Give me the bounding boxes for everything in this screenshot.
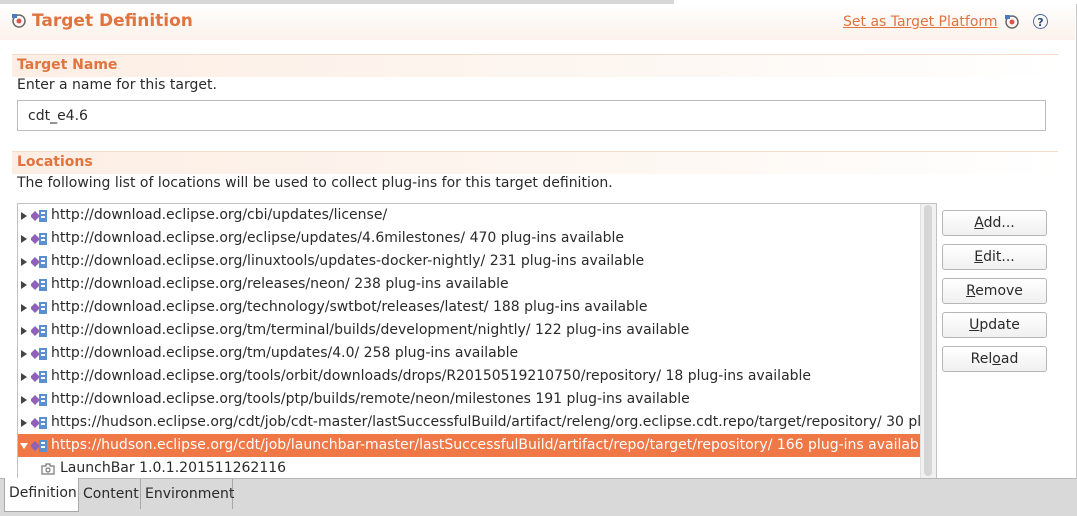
location-row-selected[interactable]: https://hudson.eclipse.org/cdt/job/launc…	[18, 434, 921, 457]
target-definition-icon	[12, 14, 26, 28]
tree-vertical-scrollbar[interactable]	[920, 204, 936, 478]
software-site-icon	[31, 348, 47, 360]
locations-tree[interactable]: http://download.eclipse.org/cbi/updates/…	[17, 203, 937, 478]
expand-collapse-icon[interactable]	[20, 443, 28, 449]
expand-arrow-icon[interactable]	[21, 304, 27, 312]
set-as-target-platform-link[interactable]: Set as Target Platform	[843, 14, 998, 30]
software-site-icon	[31, 279, 47, 291]
plugin-bundle-icon	[41, 463, 55, 475]
expand-arrow-icon[interactable]	[21, 235, 27, 243]
location-row[interactable]: http://download.eclipse.org/tools/orbit/…	[18, 365, 921, 388]
location-row[interactable]: http://download.eclipse.org/linuxtools/u…	[18, 250, 921, 273]
tree-child-row[interactable]: LaunchBar 1.0.1.201511262116	[18, 457, 921, 478]
remove-button[interactable]: Remove	[942, 278, 1047, 304]
software-site-icon	[31, 256, 47, 268]
software-site-icon	[31, 302, 47, 314]
location-url-label: http://download.eclipse.org/tm/terminal/…	[51, 322, 690, 338]
reload-button[interactable]: Reload	[942, 346, 1047, 372]
location-url-label: https://hudson.eclipse.org/cdt/job/launc…	[51, 437, 921, 453]
location-url-label: http://download.eclipse.org/linuxtools/u…	[51, 253, 645, 269]
target-name-section-header: Target Name	[12, 54, 1058, 77]
location-row[interactable]: http://download.eclipse.org/eclipse/upda…	[18, 227, 921, 250]
editor-page-tabs: Definition Content Environment	[0, 478, 1077, 516]
software-site-icon	[31, 417, 47, 429]
locations-section-title: Locations	[17, 154, 93, 170]
locations-tree-rows: http://download.eclipse.org/cbi/updates/…	[18, 204, 936, 457]
location-url-label: http://download.eclipse.org/cbi/updates/…	[51, 207, 388, 223]
update-button[interactable]: Update	[942, 312, 1047, 338]
locations-description: The following list of locations will be …	[17, 175, 613, 191]
expand-arrow-icon[interactable]	[21, 281, 27, 289]
expand-arrow-icon[interactable]	[21, 396, 27, 404]
add-button[interactable]: Add...	[942, 210, 1047, 236]
help-icon[interactable]: ?	[1033, 14, 1048, 29]
location-url-label: http://download.eclipse.org/eclipse/upda…	[51, 230, 625, 246]
scrollbar-thumb[interactable]	[924, 205, 932, 476]
tab-definition[interactable]: Definition	[4, 478, 79, 512]
form-header: Target Definition Set as Target Platform…	[0, 4, 1075, 40]
location-url-label: http://download.eclipse.org/releases/neo…	[51, 276, 509, 292]
edit-button[interactable]: Edit...	[942, 244, 1047, 270]
expand-arrow-icon[interactable]	[21, 350, 27, 358]
target-name-section-title: Target Name	[17, 57, 118, 73]
software-site-icon	[31, 210, 47, 222]
software-site-icon	[31, 440, 47, 452]
software-site-icon	[31, 394, 47, 406]
location-row[interactable]: http://download.eclipse.org/tools/ptp/bu…	[18, 388, 921, 411]
expand-arrow-icon[interactable]	[21, 419, 27, 427]
location-row[interactable]: http://download.eclipse.org/tm/terminal/…	[18, 319, 921, 342]
location-url-label: http://download.eclipse.org/technology/s…	[51, 299, 648, 315]
software-site-icon	[31, 233, 47, 245]
target-name-description: Enter a name for this target.	[17, 77, 217, 93]
tab-content[interactable]: Content	[79, 479, 141, 509]
form-title: Target Definition	[32, 11, 193, 31]
locations-section-header: Locations	[12, 151, 1058, 174]
location-row[interactable]: http://download.eclipse.org/technology/s…	[18, 296, 921, 319]
location-url-label: http://download.eclipse.org/tools/orbit/…	[51, 368, 812, 384]
location-row[interactable]: http://download.eclipse.org/tm/updates/4…	[18, 342, 921, 365]
target-platform-icon[interactable]	[1004, 14, 1020, 30]
location-row[interactable]: http://download.eclipse.org/cbi/updates/…	[18, 204, 921, 227]
software-site-icon	[31, 325, 47, 337]
location-url-label: https://hudson.eclipse.org/cdt/job/cdt-m…	[51, 414, 921, 430]
location-url-label: http://download.eclipse.org/tools/ptp/bu…	[51, 391, 690, 407]
expand-arrow-icon[interactable]	[21, 212, 27, 220]
target-name-input[interactable]	[17, 100, 1046, 131]
child-row-label: LaunchBar 1.0.1.201511262116	[60, 460, 287, 476]
software-site-icon	[31, 371, 47, 383]
location-row[interactable]: https://hudson.eclipse.org/cdt/job/cdt-m…	[18, 411, 921, 434]
target-definition-editor: Target Definition Set as Target Platform…	[0, 4, 1077, 478]
tab-environment[interactable]: Environment	[141, 479, 234, 509]
expand-arrow-icon[interactable]	[21, 327, 27, 335]
location-url-label: http://download.eclipse.org/tm/updates/4…	[51, 345, 519, 361]
location-row[interactable]: http://download.eclipse.org/releases/neo…	[18, 273, 921, 296]
expand-arrow-icon[interactable]	[21, 258, 27, 266]
expand-arrow-icon[interactable]	[21, 373, 27, 381]
